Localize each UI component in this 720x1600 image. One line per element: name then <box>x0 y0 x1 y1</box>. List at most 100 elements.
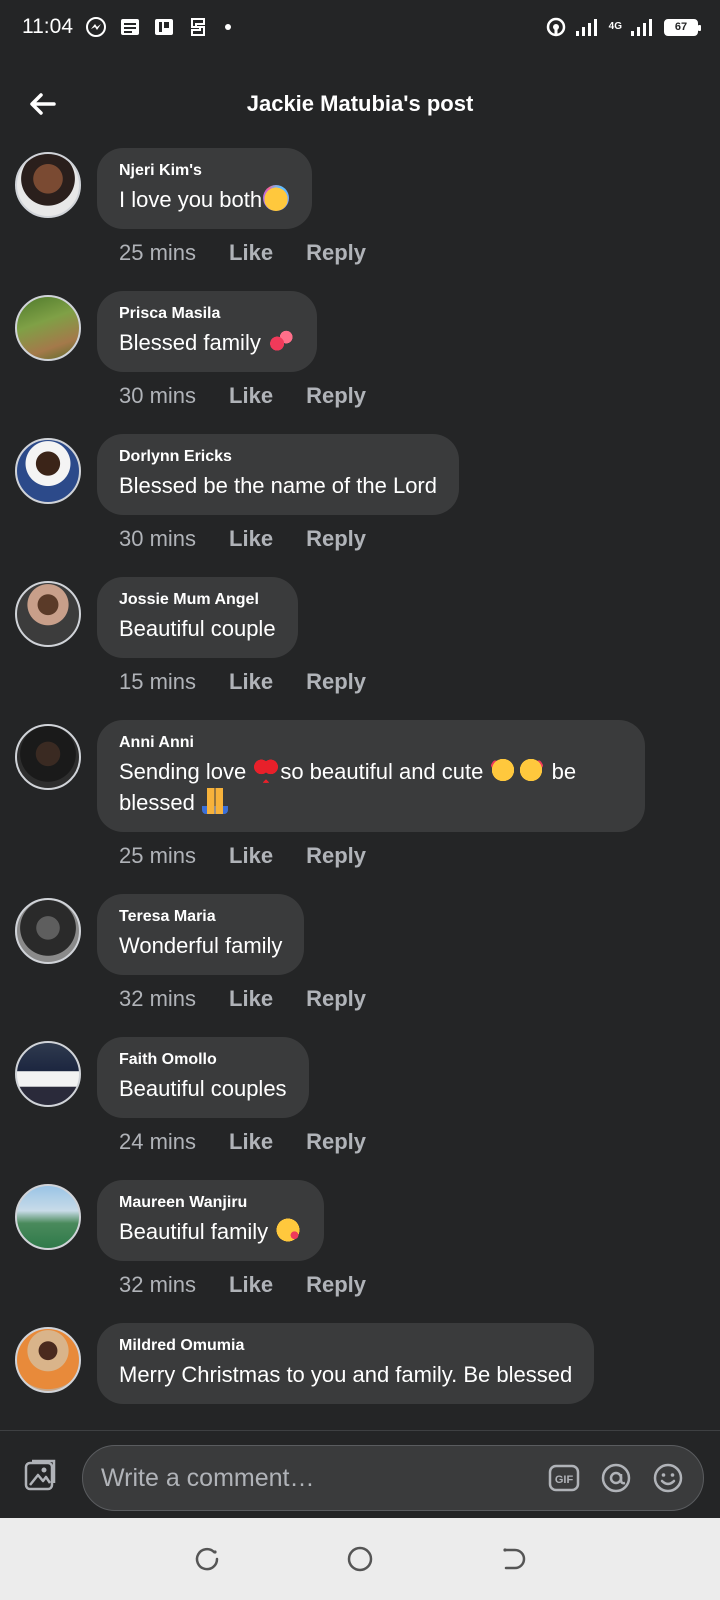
comment-composer: GIF <box>0 1430 720 1518</box>
emoji-icon[interactable] <box>651 1461 685 1495</box>
system-nav-bar <box>0 1518 720 1600</box>
comment-author[interactable]: Teresa Maria <box>119 908 282 926</box>
like-button[interactable]: Like <box>229 669 273 695</box>
like-button[interactable]: Like <box>229 986 273 1012</box>
reply-button[interactable]: Reply <box>306 526 366 552</box>
signal-icon <box>575 19 597 36</box>
comment-meta: 15 mins Like Reply <box>119 669 366 695</box>
signal-icon-2 <box>631 19 652 36</box>
photo-button[interactable] <box>20 1455 60 1495</box>
page-title: Jackie Matubia's post <box>246 91 474 116</box>
comment-text-part: I love you both <box>119 187 263 212</box>
comment-meta: 25 mins Like Reply <box>119 240 366 266</box>
comment-text: Sending love so beautiful and cute be ble… <box>119 756 623 818</box>
comment-text-part: so beautiful and cute <box>280 759 490 784</box>
comment-input[interactable] <box>101 1463 547 1493</box>
comment-time: 32 mins <box>119 986 197 1011</box>
messenger-icon <box>86 17 106 37</box>
comment-text-part: Sending love <box>119 759 253 784</box>
comment-bubble[interactable]: Prisca Masila Blessed family <box>97 291 317 372</box>
like-button[interactable]: Like <box>229 383 273 409</box>
reply-button[interactable]: Reply <box>306 843 366 869</box>
status-bar: 11:04 4G 67 <box>0 0 720 54</box>
comment-author[interactable]: Njeri Kim's <box>119 162 290 180</box>
comment-author[interactable]: Anni Anni <box>119 734 623 752</box>
header: Jackie Matubia's post <box>0 68 720 140</box>
comment-text-part: Blessed family <box>119 330 267 355</box>
comment-author[interactable]: Dorlynn Ericks <box>119 448 437 466</box>
avatar[interactable] <box>15 295 81 361</box>
comment-time: 30 mins <box>119 526 197 551</box>
back-button[interactable] <box>22 84 62 124</box>
comment-author[interactable]: Faith Omollo <box>119 1051 287 1069</box>
home-button[interactable] <box>342 1541 378 1577</box>
like-button[interactable]: Like <box>229 240 273 266</box>
comment-time: 32 mins <box>119 1272 197 1297</box>
comment-input-field[interactable]: GIF <box>82 1445 704 1511</box>
avatar[interactable] <box>15 1041 81 1107</box>
comment-bubble[interactable]: Dorlynn Ericks Blessed be the name of th… <box>97 434 459 515</box>
comment-text: Wonderful family <box>119 933 283 958</box>
comment-bubble[interactable]: Njeri Kim's I love you both <box>97 148 313 229</box>
comment-text-part: be <box>545 759 577 784</box>
mention-icon[interactable] <box>599 1461 633 1495</box>
avatar[interactable] <box>15 581 81 647</box>
comment-meta: 24 mins Like Reply <box>119 1129 366 1155</box>
comment-bubble[interactable]: Faith Omollo Beautiful couples <box>97 1037 309 1118</box>
comment-time: 24 mins <box>119 1129 197 1154</box>
comment-author[interactable]: Maureen Wanjiru <box>119 1194 302 1212</box>
photo-icon <box>24 1459 56 1491</box>
reply-button[interactable]: Reply <box>306 383 366 409</box>
comment-time: 25 mins <box>119 843 197 868</box>
comment-meta: 32 mins Like Reply <box>119 986 366 1012</box>
status-right: 4G 67 <box>545 16 701 38</box>
reply-button[interactable]: Reply <box>306 669 366 695</box>
comment-bubble[interactable]: Anni Anni Sending love so beautiful and … <box>97 720 645 832</box>
recents-icon <box>195 1547 218 1571</box>
like-button[interactable]: Like <box>229 1129 273 1155</box>
comment-author[interactable]: Jossie Mum Angel <box>119 591 276 609</box>
status-time: 11:04 <box>22 15 73 38</box>
avatar[interactable] <box>15 152 81 218</box>
avatar[interactable] <box>15 1184 81 1250</box>
comment-time: 30 mins <box>119 383 197 408</box>
comment-author[interactable]: Mildred Omumia <box>119 1337 572 1355</box>
comment-bubble[interactable]: Maureen Wanjiru Beautiful family <box>97 1180 325 1261</box>
comment-bubble[interactable]: Mildred Omumia Merry Christmas to you an… <box>97 1323 595 1404</box>
back-nav-icon <box>503 1548 526 1570</box>
comments-list[interactable]: Njeri Kim's I love you both 25 mins Like… <box>0 148 720 1430</box>
comment-time: 25 mins <box>119 240 197 265</box>
reply-button[interactable]: Reply <box>306 1129 366 1155</box>
reply-button[interactable]: Reply <box>306 986 366 1012</box>
comment-author[interactable]: Prisca Masila <box>119 305 295 323</box>
gif-label: GIF <box>555 1474 574 1486</box>
like-button[interactable]: Like <box>229 843 273 869</box>
comment-text-part: Beautiful family <box>119 1219 275 1244</box>
comment-text: I love you both <box>119 184 290 215</box>
like-button[interactable]: Like <box>229 1272 273 1298</box>
status-left: 11:04 <box>22 15 231 39</box>
comment-text: Blessed family <box>119 327 295 358</box>
kissing-face-emoji-icon <box>275 1217 302 1243</box>
avatar[interactable] <box>15 1327 81 1393</box>
back-nav-button[interactable] <box>495 1541 531 1577</box>
smiling-hearts-emoji-icon <box>490 757 517 783</box>
home-circle-icon <box>347 1546 373 1572</box>
gif-button-icon[interactable]: GIF <box>547 1461 581 1495</box>
recents-button[interactable] <box>189 1541 225 1577</box>
comment-text: Merry Christmas to you and family. Be bl… <box>119 1362 573 1387</box>
hotspot-icon <box>546 17 565 37</box>
comment-bubble[interactable]: Jossie Mum Angel Beautiful couple <box>97 577 298 658</box>
comment-bubble[interactable]: Teresa Maria Wonderful family <box>97 894 305 975</box>
avatar[interactable] <box>15 438 81 504</box>
red-heart-emoji-icon <box>253 757 280 783</box>
reply-button[interactable]: Reply <box>306 1272 366 1298</box>
avatar[interactable] <box>15 898 81 964</box>
comment-text: Beautiful family <box>119 1216 302 1247</box>
like-button[interactable]: Like <box>229 526 273 552</box>
avatar[interactable] <box>15 724 81 790</box>
reply-button[interactable]: Reply <box>306 240 366 266</box>
pdf-icon <box>155 19 173 35</box>
comment-text: Beautiful couples <box>119 1076 287 1101</box>
comment-text-part: blessed <box>119 790 201 815</box>
